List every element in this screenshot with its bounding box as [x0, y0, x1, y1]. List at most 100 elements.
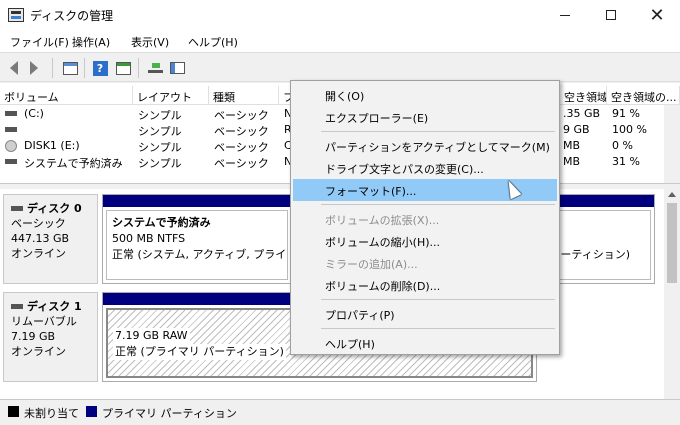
minimize-icon: [560, 14, 570, 16]
menu-file[interactable]: ファイル(F): [10, 34, 69, 50]
rescan-button[interactable]: [146, 59, 164, 77]
partition-detail: 7.19 GB RAW: [113, 328, 190, 344]
menu-view[interactable]: 表示(V): [131, 34, 169, 50]
disk-0-label[interactable]: ディスク 0 ベーシック 447.13 GB オンライン: [3, 194, 98, 284]
disk-name: ディスク 1: [27, 300, 82, 313]
menu-separator: [321, 131, 555, 132]
menu-item-extend-volume[interactable]: ボリュームの拡張(X)...: [293, 208, 557, 230]
volume-type: ベーシック: [214, 125, 269, 138]
volume-type: ベーシック: [214, 157, 269, 170]
window-title: ディスクの管理: [30, 9, 114, 23]
menu-item-open[interactable]: 開く(O): [293, 84, 557, 106]
volume-free-percent: 91 %: [612, 107, 640, 120]
volume-free: 9 GB: [563, 123, 590, 136]
column-header-free-percent[interactable]: 空き領域の...: [607, 86, 680, 105]
help-icon: ?: [92, 60, 108, 76]
maximize-button[interactable]: [588, 0, 634, 30]
menu-separator: [321, 299, 555, 300]
volume-free: MB: [563, 139, 581, 152]
toolbar-separator: [52, 58, 53, 78]
legend-primary: プライマリ パーティション: [102, 407, 237, 420]
primary-partition-swatch: [86, 406, 97, 417]
disk-status: オンライン: [11, 345, 66, 358]
disk-1-label[interactable]: ディスク 1 リムーバブル 7.19 GB オンライン: [3, 292, 98, 382]
column-header-layout[interactable]: レイアウト: [133, 86, 209, 105]
volume-layout: シンプル: [138, 141, 182, 154]
volume-type: ベーシック: [214, 109, 269, 122]
partition-status: 正常 (プライマリ パーティション): [113, 344, 286, 360]
disk-kind: リムーバブル: [11, 315, 77, 328]
forward-button[interactable]: [25, 59, 43, 77]
volume-free-percent: 31 %: [612, 155, 640, 168]
menu-bar: ファイル(F) 操作(A) 表示(V) ヘルプ(H): [0, 30, 680, 52]
menu-separator: [321, 328, 555, 329]
partition-system-reserved[interactable]: システムで予約済み 500 MB NTFS 正常 (システム, アクティブ, プ…: [102, 194, 292, 284]
volume-name: DISK1 (E:): [24, 139, 80, 152]
menu-item-add-mirror[interactable]: ミラーの追加(A)...: [293, 252, 557, 274]
drive-icon: [5, 111, 17, 116]
close-button[interactable]: ✕: [634, 0, 680, 30]
drive-icon: [5, 127, 17, 132]
minimize-button[interactable]: [542, 0, 588, 30]
scrollbar-thumb[interactable]: [667, 203, 677, 283]
menu-item-explorer[interactable]: エクスプローラー(E): [293, 106, 557, 128]
menu-help[interactable]: ヘルプ(H): [188, 34, 238, 50]
column-header-type[interactable]: 種類: [209, 86, 279, 105]
toolbar: ?: [0, 52, 680, 82]
console-icon: [115, 61, 131, 75]
disk-status: オンライン: [11, 247, 66, 260]
menu-item-help[interactable]: ヘルプ(H): [293, 332, 557, 354]
scroll-up-icon[interactable]: [668, 192, 676, 197]
legend-unallocated: 未割り当て: [24, 407, 79, 420]
menu-item-delete-volume[interactable]: ボリュームの削除(D)...: [293, 274, 557, 296]
menu-separator: [321, 204, 555, 205]
partition-body: システムで予約済み 500 MB NTFS 正常 (システム, アクティブ, プ…: [106, 210, 288, 280]
properties-icon: [169, 62, 185, 74]
properties-button[interactable]: [168, 59, 186, 77]
volume-layout: シンプル: [138, 157, 182, 170]
drive-icon: [5, 159, 17, 164]
disk-management-app-icon: [8, 8, 24, 22]
close-icon: ✕: [649, 4, 665, 26]
forward-arrow-icon: [30, 61, 38, 75]
menu-action[interactable]: 操作(A): [72, 34, 110, 50]
partition-detail: 500 MB NTFS: [112, 232, 186, 245]
volume-type: ベーシック: [214, 141, 269, 154]
partition-status: 正常 (システム, アクティブ, プライマリ パ: [112, 248, 287, 261]
toolbar-separator: [138, 58, 139, 78]
primary-partition-bar: [103, 195, 291, 207]
disk-size: 447.13 GB: [11, 232, 70, 245]
menu-item-mark-active[interactable]: パーティションをアクティブとしてマーク(M): [293, 135, 557, 157]
console-button[interactable]: [114, 59, 132, 77]
volume-layout: シンプル: [138, 109, 182, 122]
context-menu: 開く(O) エクスプローラー(E) パーティションをアクティブとしてマーク(M)…: [290, 80, 560, 355]
volume-name: システムで予約済み: [24, 157, 123, 170]
disk-icon: [11, 304, 23, 309]
rescan-icon: [147, 63, 163, 73]
disk-view-scrollbar[interactable]: [664, 189, 680, 399]
column-header-volume[interactable]: ボリューム: [0, 86, 133, 105]
disk-size: 7.19 GB: [11, 330, 56, 343]
removable-disk-icon: [5, 140, 17, 152]
disk-list-icon: [62, 61, 78, 75]
disk-list-button[interactable]: [61, 59, 79, 77]
volume-list-scrollbar[interactable]: [664, 105, 680, 183]
volume-name: (C:): [24, 107, 44, 120]
volume-free-percent: 100 %: [612, 123, 647, 136]
volume-free: .35 GB: [563, 107, 601, 120]
unallocated-swatch: [8, 406, 19, 417]
column-header-free-space[interactable]: 空き領域: [560, 86, 607, 105]
title-bar: ディスクの管理 ✕: [0, 0, 680, 30]
back-button[interactable]: [5, 59, 23, 77]
disk-name: ディスク 0: [27, 202, 82, 215]
menu-item-properties[interactable]: プロパティ(P): [293, 303, 557, 325]
disk-icon: [11, 206, 23, 211]
back-arrow-icon: [10, 61, 18, 75]
partition-title: システムで予約済み: [112, 216, 211, 229]
menu-item-shrink-volume[interactable]: ボリュームの縮小(H)...: [293, 230, 557, 252]
volume-layout: シンプル: [138, 125, 182, 138]
menu-item-change-drive-letter[interactable]: ドライブ文字とパスの変更(C)...: [293, 157, 557, 179]
help-button[interactable]: ?: [91, 59, 109, 77]
toolbar-separator: [84, 58, 85, 78]
disk-kind: ベーシック: [11, 217, 66, 230]
